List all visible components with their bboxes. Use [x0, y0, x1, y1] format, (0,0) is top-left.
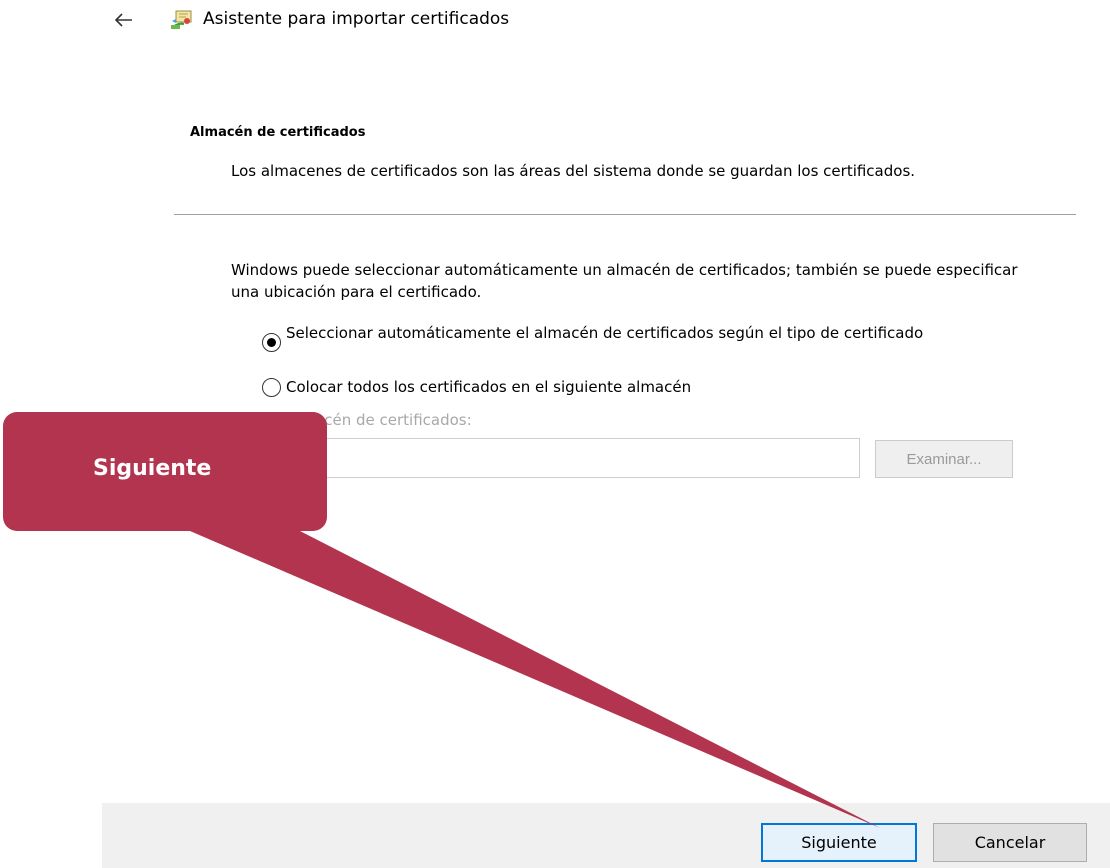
radio-dot: [267, 338, 276, 347]
store-input[interactable]: [286, 438, 860, 478]
header-divider: [174, 214, 1076, 215]
radio-auto-select-label: Seleccionar automáticamente el almacén d…: [286, 324, 924, 342]
browse-button[interactable]: Examinar...: [875, 440, 1013, 478]
section-title: Almacén de certificados: [190, 125, 366, 140]
radio-place-in-store-label: Colocar todos los certificados en el sig…: [286, 378, 692, 396]
intro-text: Windows puede seleccionar automáticament…: [231, 261, 1018, 301]
radio-place-in-store[interactable]: Colocar todos los certificados en el sig…: [262, 377, 982, 398]
wizard-title: Asistente para importar certificados: [203, 9, 510, 29]
certificate-import-icon: [170, 7, 194, 31]
callout-box: Siguiente: [3, 412, 327, 531]
arrow-left-icon: [115, 13, 132, 27]
radio-button-unselected[interactable]: [262, 378, 281, 397]
next-button[interactable]: Siguiente: [761, 823, 917, 862]
section-description: Los almacenes de certificados son las ár…: [231, 162, 916, 180]
callout-label: Siguiente: [93, 456, 212, 481]
cancel-button[interactable]: Cancelar: [933, 823, 1087, 862]
back-button[interactable]: [112, 8, 136, 32]
radio-auto-select-store[interactable]: Seleccionar automáticamente el almacén d…: [262, 323, 982, 352]
radio-button-selected[interactable]: [262, 333, 281, 352]
